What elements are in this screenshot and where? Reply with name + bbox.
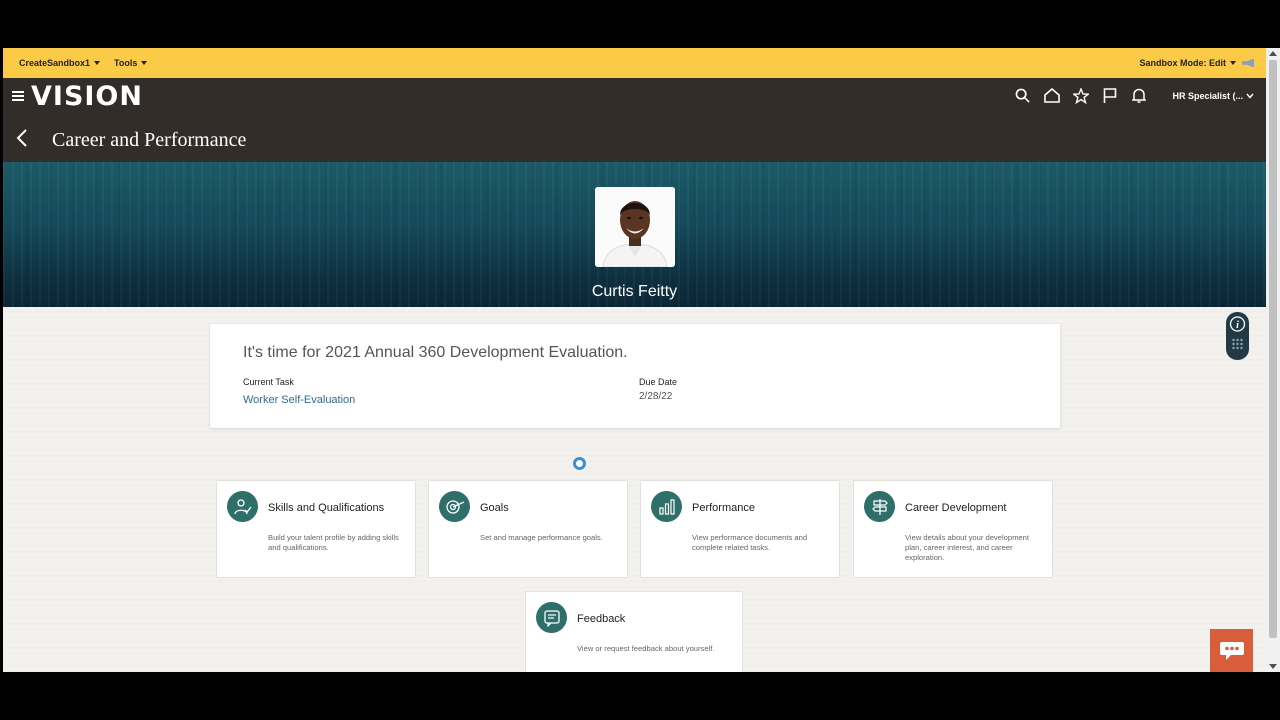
feedback-icon [536, 602, 567, 633]
menu-icon[interactable] [12, 91, 24, 101]
megaphone-icon[interactable] [1242, 58, 1254, 68]
tile-feedback[interactable]: Feedback View or request feedback about … [525, 591, 743, 672]
goals-icon [439, 491, 470, 522]
star-icon[interactable] [1071, 86, 1090, 105]
global-header: VISION HR Specialist (... Career and Per… [3, 78, 1266, 162]
chat-assistant-button[interactable] [1210, 629, 1253, 672]
sandbox-mode-menu[interactable]: Sandbox Mode: Edit [1139, 58, 1236, 68]
tile-description: Set and manage performance goals. [480, 533, 603, 542]
tile-description: View performance documents and complete … [692, 533, 808, 552]
sandbox-menu[interactable]: CreateSandbox1 [19, 58, 101, 68]
tile-skills-and-qualifications[interactable]: Skills and Qualifications Build your tal… [216, 480, 416, 578]
scroll-thumb[interactable] [1269, 60, 1277, 638]
person-name: Curtis Feitty [591, 283, 678, 300]
evaluation-title: It's time for 2021 Annual 360 Developmen… [243, 344, 628, 361]
tools-menu[interactable]: Tools [114, 58, 148, 68]
dropdown-arrow-icon [141, 61, 148, 65]
loading-indicator [573, 457, 586, 470]
scroll-down-icon[interactable] [1269, 664, 1277, 669]
flag-icon[interactable] [1100, 86, 1119, 105]
current-task-link[interactable]: Worker Self-Evaluation [243, 394, 355, 406]
back-icon[interactable] [15, 128, 31, 148]
due-date-label: Due Date [639, 377, 678, 387]
sandbox-bar: CreateSandbox1 Tools Sandbox Mode: Edit [3, 48, 1266, 78]
page-title: Career and Performance [52, 129, 247, 151]
tile-description: Build your talent profile by adding skil… [268, 533, 399, 552]
help-widget[interactable]: i [1226, 312, 1249, 360]
tile-performance[interactable]: Performance View performance documents a… [640, 480, 840, 578]
sandbox-mode-label: Sandbox Mode: Edit [1139, 58, 1227, 68]
tile-description: View details about your development plan… [905, 533, 1029, 562]
svg-text:i: i [1236, 320, 1239, 331]
chevron-down-icon [1246, 93, 1254, 99]
app-window: CreateSandbox1 Tools Sandbox Mode: Edit … [3, 48, 1266, 672]
skills-icon [227, 491, 258, 522]
tools-menu-label: Tools [114, 58, 138, 68]
dropdown-arrow-icon [1230, 61, 1236, 65]
profile-banner: Curtis Feitty [3, 162, 1266, 307]
sandbox-menu-label: CreateSandbox1 [19, 58, 91, 68]
user-menu-label: HR Specialist (... [1172, 90, 1243, 101]
tile-title: Performance [692, 502, 755, 514]
chat-bubble-icon [1219, 641, 1244, 660]
tile-description: View or request feedback about yourself. [577, 644, 715, 653]
due-date-value: 2/28/22 [639, 391, 673, 402]
search-icon[interactable] [1013, 86, 1032, 105]
bell-icon[interactable] [1129, 86, 1148, 105]
vertical-scrollbar[interactable] [1266, 48, 1280, 672]
tile-title: Career Development [905, 502, 1007, 514]
vision-logo[interactable]: VISION [31, 81, 143, 112]
evaluation-card: It's time for 2021 Annual 360 Developmen… [210, 324, 1060, 428]
dropdown-arrow-icon [94, 61, 101, 65]
header-actions: HR Specialist (... [1013, 86, 1254, 105]
performance-chart-icon [651, 491, 682, 522]
current-task-label: Current Task [243, 377, 294, 387]
home-icon[interactable] [1042, 86, 1061, 105]
user-menu[interactable]: HR Specialist (... [1172, 91, 1254, 101]
scroll-up-icon[interactable] [1269, 51, 1277, 56]
tile-career-development[interactable]: Career Development View details about yo… [853, 480, 1053, 578]
tile-goals[interactable]: Goals Set and manage performance goals. [428, 480, 628, 578]
tile-title: Skills and Qualifications [268, 502, 385, 514]
tile-title: Feedback [577, 613, 626, 625]
profile-photo[interactable] [595, 187, 675, 267]
signpost-icon [864, 491, 895, 522]
tile-title: Goals [480, 502, 509, 514]
